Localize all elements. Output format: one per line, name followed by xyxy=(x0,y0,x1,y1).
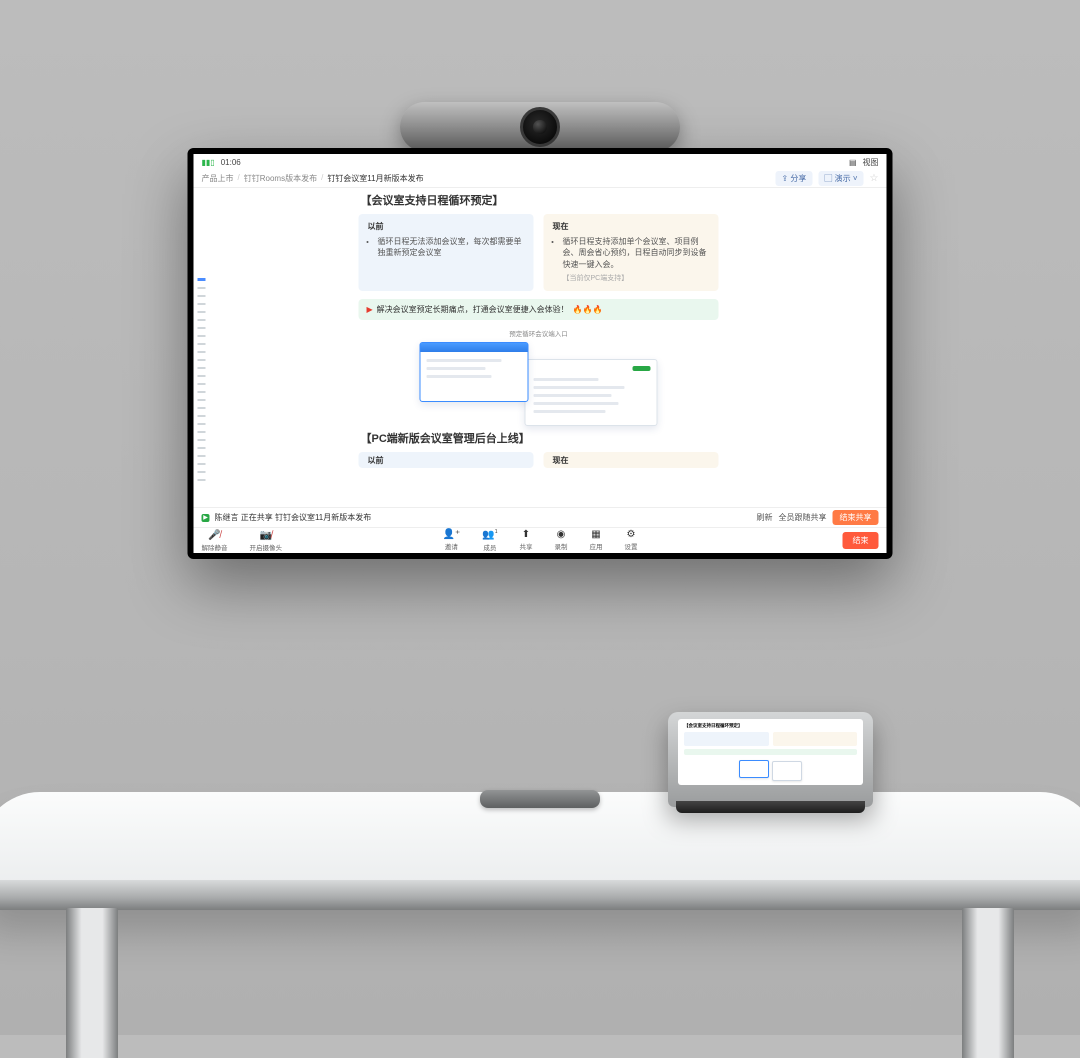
share-screen-button[interactable]: ⬆ 共享 xyxy=(519,529,532,551)
invite-label: 邀请 xyxy=(445,541,458,551)
after-note: 【当前仅PC端支持】 xyxy=(563,274,710,284)
end-call-button[interactable]: 结束 xyxy=(843,532,879,549)
tablet-controller: 【会议室支持日程循环预定】 xyxy=(668,712,873,807)
panel-after: 现在 循环日程支持添加单个会议室、项目例会、周会省心预约，日程自动同步到设备快速… xyxy=(544,214,719,291)
illustration-figure: 预定循环会议端入口 xyxy=(359,328,719,430)
apps-icon: ▦ xyxy=(591,529,600,540)
section2-title: 【PC端新版会议室管理后台上线】 xyxy=(361,430,719,446)
desk-leg-left xyxy=(66,908,118,1058)
tablet-figure xyxy=(684,758,857,784)
figure-caption: 预定循环会议端入口 xyxy=(509,328,568,338)
invite-icon: 👤⁺ xyxy=(443,529,461,540)
fire-emoji: 🔥🔥🔥 xyxy=(573,305,603,314)
crumb-2[interactable]: 钉钉Rooms版本发布 xyxy=(244,173,317,184)
comparison-panels-1: 以前 循环日程无法添加会议室，每次都需要单独重新预定会议室 现在 循环日程支持添… xyxy=(359,214,719,291)
status-bar: ▮▮▯ 01:06 ▤ 视图 xyxy=(194,154,887,170)
header-tools: ⇪ 分享 ▢ 演示 ˅ ☆ xyxy=(775,171,878,186)
breadcrumb: 产品上市 / 钉钉Rooms版本发布 / 钉钉会议室11月新版本发布 xyxy=(202,173,424,184)
settings-button[interactable]: ⚙ 设置 xyxy=(624,529,637,551)
signal-icon: ▮▮▯ xyxy=(202,158,215,167)
invite-button[interactable]: 👤⁺ 邀请 xyxy=(443,529,461,551)
before-label: 以前 xyxy=(368,221,525,232)
view-label[interactable]: 视图 xyxy=(863,157,879,168)
tv-display: ▮▮▯ 01:06 ▤ 视图 产品上市 / 钉钉Rooms版本发布 / 钉钉会议… xyxy=(188,148,893,559)
crumb-current: 钉钉会议室11月新版本发布 xyxy=(327,173,423,184)
record-label: 录制 xyxy=(554,541,567,551)
comparison-panels-2: 以前 现在 xyxy=(359,452,719,468)
mute-label: 解除静音 xyxy=(202,542,228,552)
flag-icon: ▶ xyxy=(367,305,373,314)
panel-before: 以前 循环日程无法添加会议室，每次都需要单独重新预定会议室 xyxy=(359,214,534,291)
share-icon: ⇪ xyxy=(781,174,790,183)
crumb-sep: / xyxy=(238,173,240,184)
document-content: 【会议室支持日程循环预定】 以前 循环日程无法添加会议室，每次都需要单独重新预定… xyxy=(194,188,887,507)
gear-icon: ⚙ xyxy=(627,529,636,540)
share-label: 分享 xyxy=(790,174,806,183)
share-status-text: 正在共享 钉钉会议室11月新版本发布 xyxy=(241,512,372,523)
present-icon: ▢ xyxy=(824,174,834,183)
crumb-1[interactable]: 产品上市 xyxy=(202,173,234,184)
figure-mock xyxy=(420,342,658,428)
view-icon[interactable]: ▤ xyxy=(849,158,857,167)
members-icon: 👥1 xyxy=(482,529,497,540)
screen: ▮▮▯ 01:06 ▤ 视图 产品上市 / 钉钉Rooms版本发布 / 钉钉会议… xyxy=(194,154,887,553)
webcam-hardware xyxy=(400,102,680,152)
record-button[interactable]: ◉ 录制 xyxy=(554,529,567,551)
highlight-callout: ▶ 解决会议室预定长期痛点，打通会议室便捷入会体验！ 🔥🔥🔥 xyxy=(359,299,719,320)
settings-label: 设置 xyxy=(624,541,637,551)
breadcrumb-row: 产品上市 / 钉钉Rooms版本发布 / 钉钉会议室11月新版本发布 ⇪ 分享 … xyxy=(194,170,887,188)
mute-button[interactable]: 🎤̸ 解除静音 xyxy=(202,530,228,552)
highlight-text: 解决会议室预定长期痛点，打通会议室便捷入会体验！ xyxy=(377,304,569,315)
chevron-down-icon: ˅ xyxy=(851,174,858,183)
tablet-panels xyxy=(684,732,857,746)
apps-button[interactable]: ▦ 应用 xyxy=(589,529,602,551)
favorite-star[interactable]: ☆ xyxy=(870,173,879,184)
record-icon: ◉ xyxy=(557,529,566,540)
live-indicator-icon: ▶ xyxy=(202,514,210,522)
before-item: 循环日程无法添加会议室，每次都需要单独重新预定会议室 xyxy=(378,236,525,258)
members-label: 成员 xyxy=(483,542,496,552)
mic-muted-icon: 🎤̸ xyxy=(208,530,220,541)
panel-after-2: 现在 xyxy=(544,452,719,468)
desk-leg-right xyxy=(962,908,1014,1058)
tablet-panel-before xyxy=(684,732,769,746)
share-screen-label: 共享 xyxy=(519,541,532,551)
after-item: 循环日程支持添加单个会议室、项目例会、周会省心预约，日程自动同步到设备快速一键入… xyxy=(563,236,710,270)
tablet-highlight xyxy=(684,749,857,755)
members-button[interactable]: 👥1 成员 xyxy=(482,529,497,551)
tablet-panel-after xyxy=(773,732,858,746)
crumb-sep: / xyxy=(321,173,323,184)
desk-edge xyxy=(0,880,1080,910)
tablet-base xyxy=(676,801,865,813)
panel-before-2: 以前 xyxy=(359,452,534,468)
share-status-bar: ▶ 陈继言 正在共享 钉钉会议室11月新版本发布 刷新 全员跟随共享 结束共享 xyxy=(194,507,887,527)
after-label-2: 现在 xyxy=(553,455,710,466)
follow-share-button[interactable]: 全员跟随共享 xyxy=(779,512,827,523)
meeting-controls: 🎤̸ 解除静音 📷̸ 开启摄像头 👤⁺ 邀请 👥1 成员 ⬆ xyxy=(194,527,887,553)
after-label: 现在 xyxy=(553,221,710,232)
share-screen-icon: ⬆ xyxy=(522,529,530,540)
document-body: 【会议室支持日程循环预定】 以前 循环日程无法添加会议室，每次都需要单独重新预定… xyxy=(359,192,719,468)
camera-button[interactable]: 📷̸ 开启摄像头 xyxy=(250,530,283,552)
outline-minimap[interactable] xyxy=(198,278,206,487)
stop-share-button[interactable]: 结束共享 xyxy=(833,510,879,525)
mock-window-b xyxy=(524,359,657,426)
share-button[interactable]: ⇪ 分享 xyxy=(775,171,812,186)
apps-label: 应用 xyxy=(589,541,602,551)
touchpad-device xyxy=(480,790,600,808)
present-button[interactable]: ▢ 演示 ˅ xyxy=(818,171,863,186)
tablet-doc-title: 【会议室支持日程循环预定】 xyxy=(684,723,857,729)
mock-window-a xyxy=(420,342,529,402)
tablet-screen[interactable]: 【会议室支持日程循环预定】 xyxy=(678,719,863,785)
refresh-button[interactable]: 刷新 xyxy=(757,512,773,523)
members-count: 1 xyxy=(495,529,498,535)
camera-label: 开启摄像头 xyxy=(250,542,283,552)
clock-time: 01:06 xyxy=(221,158,241,167)
section1-title: 【会议室支持日程循环预定】 xyxy=(361,192,719,208)
presenter-name: 陈继言 xyxy=(215,512,239,523)
before-label-2: 以前 xyxy=(368,455,525,466)
camera-off-icon: 📷̸ xyxy=(260,530,272,541)
camera-lens xyxy=(520,107,560,147)
present-label: 演示 xyxy=(835,174,851,183)
